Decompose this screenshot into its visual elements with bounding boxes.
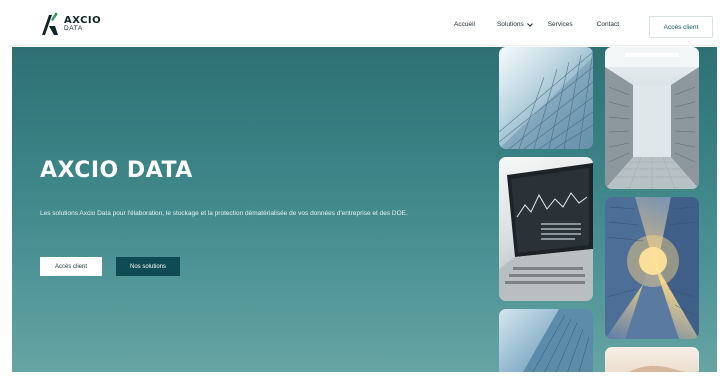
skyscrapers-sunlight-photo [605, 197, 699, 339]
skyscrapers-illustration [605, 197, 699, 339]
logo[interactable]: AXCIO DATA [40, 12, 101, 36]
our-solutions-button[interactable]: Nos solutions [116, 257, 180, 276]
page: AXCIO DATA Accueil Solutions Services Co… [0, 0, 725, 377]
main-nav: Accueil Solutions Services Contact [454, 20, 619, 28]
nav-item-services[interactable]: Services [548, 21, 573, 28]
chevron-down-icon [526, 20, 533, 27]
nav-item-solutions[interactable]: Solutions [496, 20, 533, 28]
server-room-illustration [605, 47, 699, 189]
handshake-photo [605, 347, 699, 372]
site-header: AXCIO DATA Accueil Solutions Services Co… [12, 4, 717, 46]
glass-building-photo [499, 47, 593, 149]
hero-section: AXCIO DATA Les solutions Axcio Data pour… [12, 47, 717, 372]
logo-mark-icon [42, 12, 58, 35]
logo-sub: DATA [64, 24, 83, 32]
hero-description: Les solutions Axcio Data pour l'élaborat… [40, 210, 408, 217]
laptop-chart-photo [499, 157, 593, 301]
office-tower-illustration [523, 309, 593, 372]
client-access-button[interactable]: Accès client [40, 257, 102, 276]
header-client-access-button[interactable]: Accès client [649, 16, 713, 38]
office-tower-photo [499, 309, 593, 372]
glass-building-illustration [499, 50, 593, 149]
server-room-photo [605, 47, 699, 189]
nav-item-solutions-label: Solutions [496, 21, 524, 28]
hero-title: AXCIO DATA [40, 158, 193, 183]
nav-item-accueil[interactable]: Accueil [454, 21, 475, 28]
nav-item-contact[interactable]: Contact [597, 21, 619, 28]
handshake-illustration [629, 365, 699, 372]
logo-text: AXCIO DATA [64, 15, 101, 33]
laptop-illustration [499, 163, 593, 301]
